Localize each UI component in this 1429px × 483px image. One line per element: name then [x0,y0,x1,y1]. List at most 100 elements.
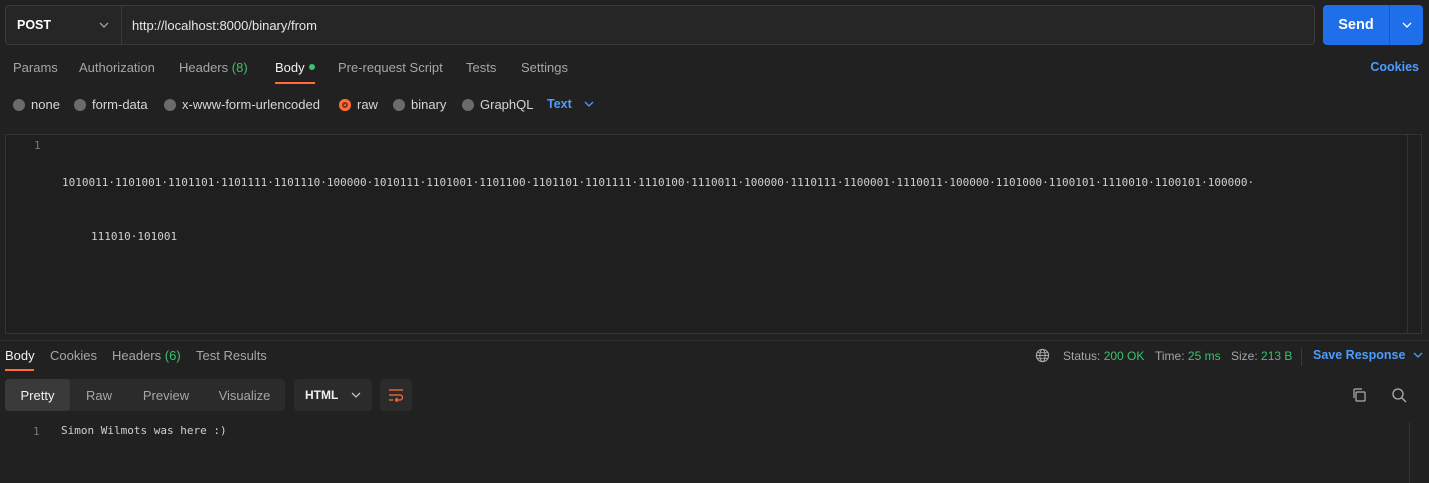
status-label: Status: [1063,349,1101,363]
active-tab-underline [275,82,315,84]
save-response-label: Save Response [1313,348,1406,362]
tab-label: Body [275,60,305,75]
size-info[interactable]: Size: 213 B [1231,349,1292,363]
tab-settings[interactable]: Settings [521,60,568,75]
code-text: 1010011·1101001·1101101·1101111·1101110·… [62,138,1362,282]
body-type-graphql[interactable]: GraphQL [462,97,533,112]
line-number: 1 [34,139,41,152]
search-button[interactable] [1388,384,1410,406]
size-label: Size: [1231,349,1258,363]
tab-tests[interactable]: Tests [466,60,496,75]
view-mode-raw[interactable]: Raw [70,379,128,411]
code-line-wrapped: 111010·101001 [91,230,178,243]
radio-icon [13,98,25,111]
response-tab-headers[interactable]: Headers (6) [112,348,181,363]
radio-label: none [31,97,60,112]
body-type-options: none form-data x-www-form-urlencoded raw… [0,92,1429,118]
body-type-binary[interactable]: binary [393,97,446,112]
wrap-lines-button[interactable] [380,379,412,411]
cookies-link[interactable]: Cookies [1370,60,1419,74]
radio-label: form-data [92,97,148,112]
request-body-editor[interactable]: 1 1010011·1101001·1101101·1101111·110111… [5,134,1422,334]
body-type-form-data[interactable]: form-data [74,97,148,112]
body-type-none[interactable]: none [13,97,60,112]
view-mode-preview[interactable]: Preview [128,379,204,411]
pane-divider[interactable] [0,340,1429,341]
time-info[interactable]: Time: 25 ms [1155,349,1221,363]
response-tab-body[interactable]: Body [5,348,35,363]
separator [1301,348,1302,366]
radio-icon [393,98,405,111]
response-language-select[interactable]: HTML [294,379,372,411]
tab-label: Test Results [196,348,267,363]
tab-label: Authorization [79,60,155,75]
radio-label: GraphQL [480,97,534,112]
tab-body[interactable]: Body [275,60,315,75]
response-language-label: HTML [305,388,339,402]
copy-icon [1353,388,1366,402]
size-value: 213 B [1261,349,1293,363]
tab-label: Pre-request Script [338,60,443,75]
view-mode-segmented-control: Pretty Raw Preview Visualize [5,379,285,411]
radio-label: binary [411,97,447,112]
response-tab-test-results[interactable]: Test Results [196,348,267,363]
view-mode-visualize[interactable]: Visualize [204,379,285,411]
tab-label: Tests [466,60,497,75]
chevron-down-icon [99,22,109,28]
radio-icon [462,98,474,111]
tab-pre-request-script[interactable]: Pre-request Script [338,60,443,75]
body-type-urlencoded[interactable]: x-www-form-urlencoded [164,97,320,112]
send-button-group: Send [1323,5,1423,45]
save-response-button[interactable]: Save Response [1313,348,1423,362]
body-type-raw[interactable]: raw [339,97,378,112]
status-value: 200 OK [1103,349,1145,363]
radio-icon [74,98,86,111]
send-button[interactable]: Send [1323,5,1390,45]
radio-label: raw [357,97,378,112]
wrap-lines-icon [389,389,404,402]
tab-headers[interactable]: Headers (8) [179,60,248,75]
active-tab-underline [5,369,34,371]
status-info[interactable]: Status: 200 OK [1063,349,1144,363]
response-body-text: Simon Wilmots was here :) [61,424,227,437]
response-tabs: Body Cookies Headers (6) Test Results St… [0,342,1429,372]
tab-authorization[interactable]: Authorization [79,60,155,75]
time-label: Time: [1155,349,1185,363]
send-options-button[interactable] [1390,5,1423,45]
method-label: POST [17,18,52,32]
url-input[interactable]: http://localhost:8000/binary/from [122,6,1314,44]
tab-label: Headers [179,60,229,75]
chevron-down-icon [584,101,594,107]
search-icon [1392,388,1407,403]
time-value: 25 ms [1187,349,1221,363]
raw-format-label: Text [547,97,572,111]
chevron-down-icon [1402,22,1411,28]
code-line: 1010011·1101001·1101101·1101111·1101110·… [62,176,1255,189]
method-select[interactable]: POST [6,6,122,44]
radio-icon [164,98,176,111]
response-scrollbar[interactable] [1409,422,1410,483]
request-tabs: Params Authorization Headers (8) Body Pr… [0,52,1429,86]
tab-label: Settings [521,60,568,75]
copy-button[interactable] [1348,384,1370,406]
chevron-down-icon [1413,352,1423,358]
raw-format-select[interactable]: Text [547,97,594,111]
radio-label: x-www-form-urlencoded [182,97,320,112]
tab-label: Body [5,348,35,363]
tab-label: Params [13,60,58,75]
response-line-number: 1 [33,425,40,438]
view-mode-pretty[interactable]: Pretty [5,379,70,411]
headers-count: (6) [164,348,181,363]
tab-params[interactable]: Params [13,60,58,75]
radio-selected-icon [339,98,351,111]
url-text: http://localhost:8000/binary/from [132,17,317,33]
response-tab-cookies[interactable]: Cookies [50,348,97,363]
request-bar: POST http://localhost:8000/binary/from [5,5,1315,45]
tab-label: Cookies [50,348,97,363]
globe-icon[interactable] [1035,348,1050,366]
tab-label: Headers [112,348,162,363]
headers-count: (8) [231,60,248,75]
chevron-down-icon [351,392,361,398]
editor-scrollbar[interactable] [1407,135,1421,333]
body-indicator-dot [308,64,315,70]
